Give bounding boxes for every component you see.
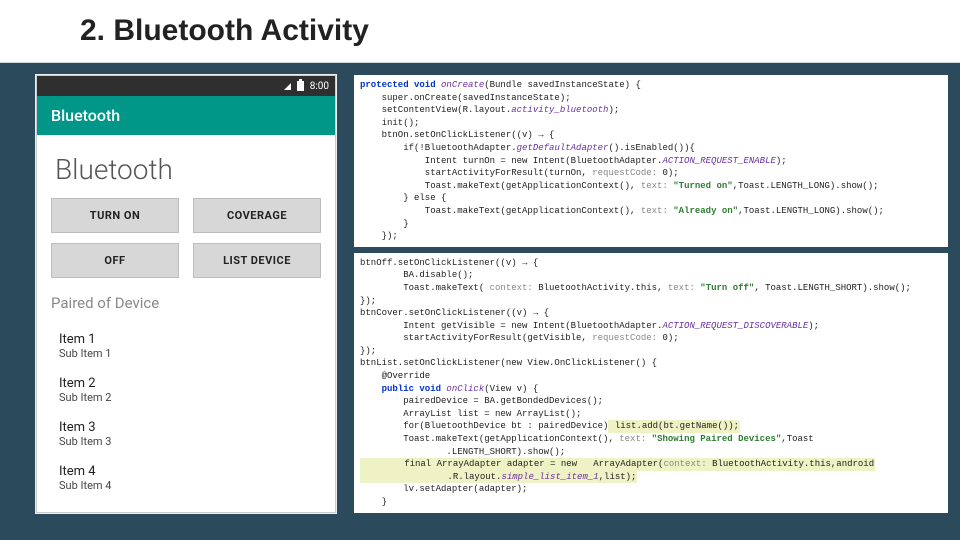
list-item-sub: Sub Item 3	[59, 435, 313, 448]
list-item[interactable]: Item 2 Sub Item 2	[37, 368, 335, 412]
list-item-sub: Sub Item 4	[59, 479, 313, 492]
page-title: Bluetooth	[37, 135, 335, 198]
list-item[interactable]: Item 1 Sub Item 1	[37, 324, 335, 368]
paired-header: Paired of Device	[37, 292, 335, 318]
slide-title: 2. Bluetooth Activity	[0, 0, 960, 63]
off-button[interactable]: OFF	[51, 243, 179, 278]
list-item[interactable]: Item 3 Sub Item 3	[37, 412, 335, 456]
code-block-oncreate: protected void onCreate(Bundle savedInst…	[354, 75, 948, 247]
battery-icon	[297, 81, 304, 91]
list-device-button[interactable]: LIST DEVICE	[193, 243, 321, 278]
paired-list: Item 1 Sub Item 1 Item 2 Sub Item 2 Item…	[37, 318, 335, 506]
turn-on-button[interactable]: TURN ON	[51, 198, 179, 233]
coverage-button[interactable]: COVERAGE	[193, 198, 321, 233]
list-item-title: Item 2	[59, 376, 313, 391]
list-item-title: Item 4	[59, 464, 313, 479]
list-item-title: Item 1	[59, 332, 313, 347]
list-item-sub: Sub Item 1	[59, 347, 313, 360]
status-time: 8:00	[310, 81, 329, 92]
list-item-title: Item 3	[59, 420, 313, 435]
wifi-icon	[284, 83, 291, 90]
list-item[interactable]: Item 4 Sub Item 4	[37, 456, 335, 500]
android-statusbar: 8:00	[37, 76, 335, 96]
slide-footer-bar	[0, 524, 960, 540]
appbar-title: Bluetooth	[37, 96, 335, 135]
list-item-sub: Sub Item 2	[59, 391, 313, 404]
code-block-listeners: btnOff.setOnClickListener((v) → { BA.dis…	[354, 253, 948, 513]
phone-screenshot: 8:00 Bluetooth Bluetooth TURN ON COVERAG…	[36, 75, 336, 513]
